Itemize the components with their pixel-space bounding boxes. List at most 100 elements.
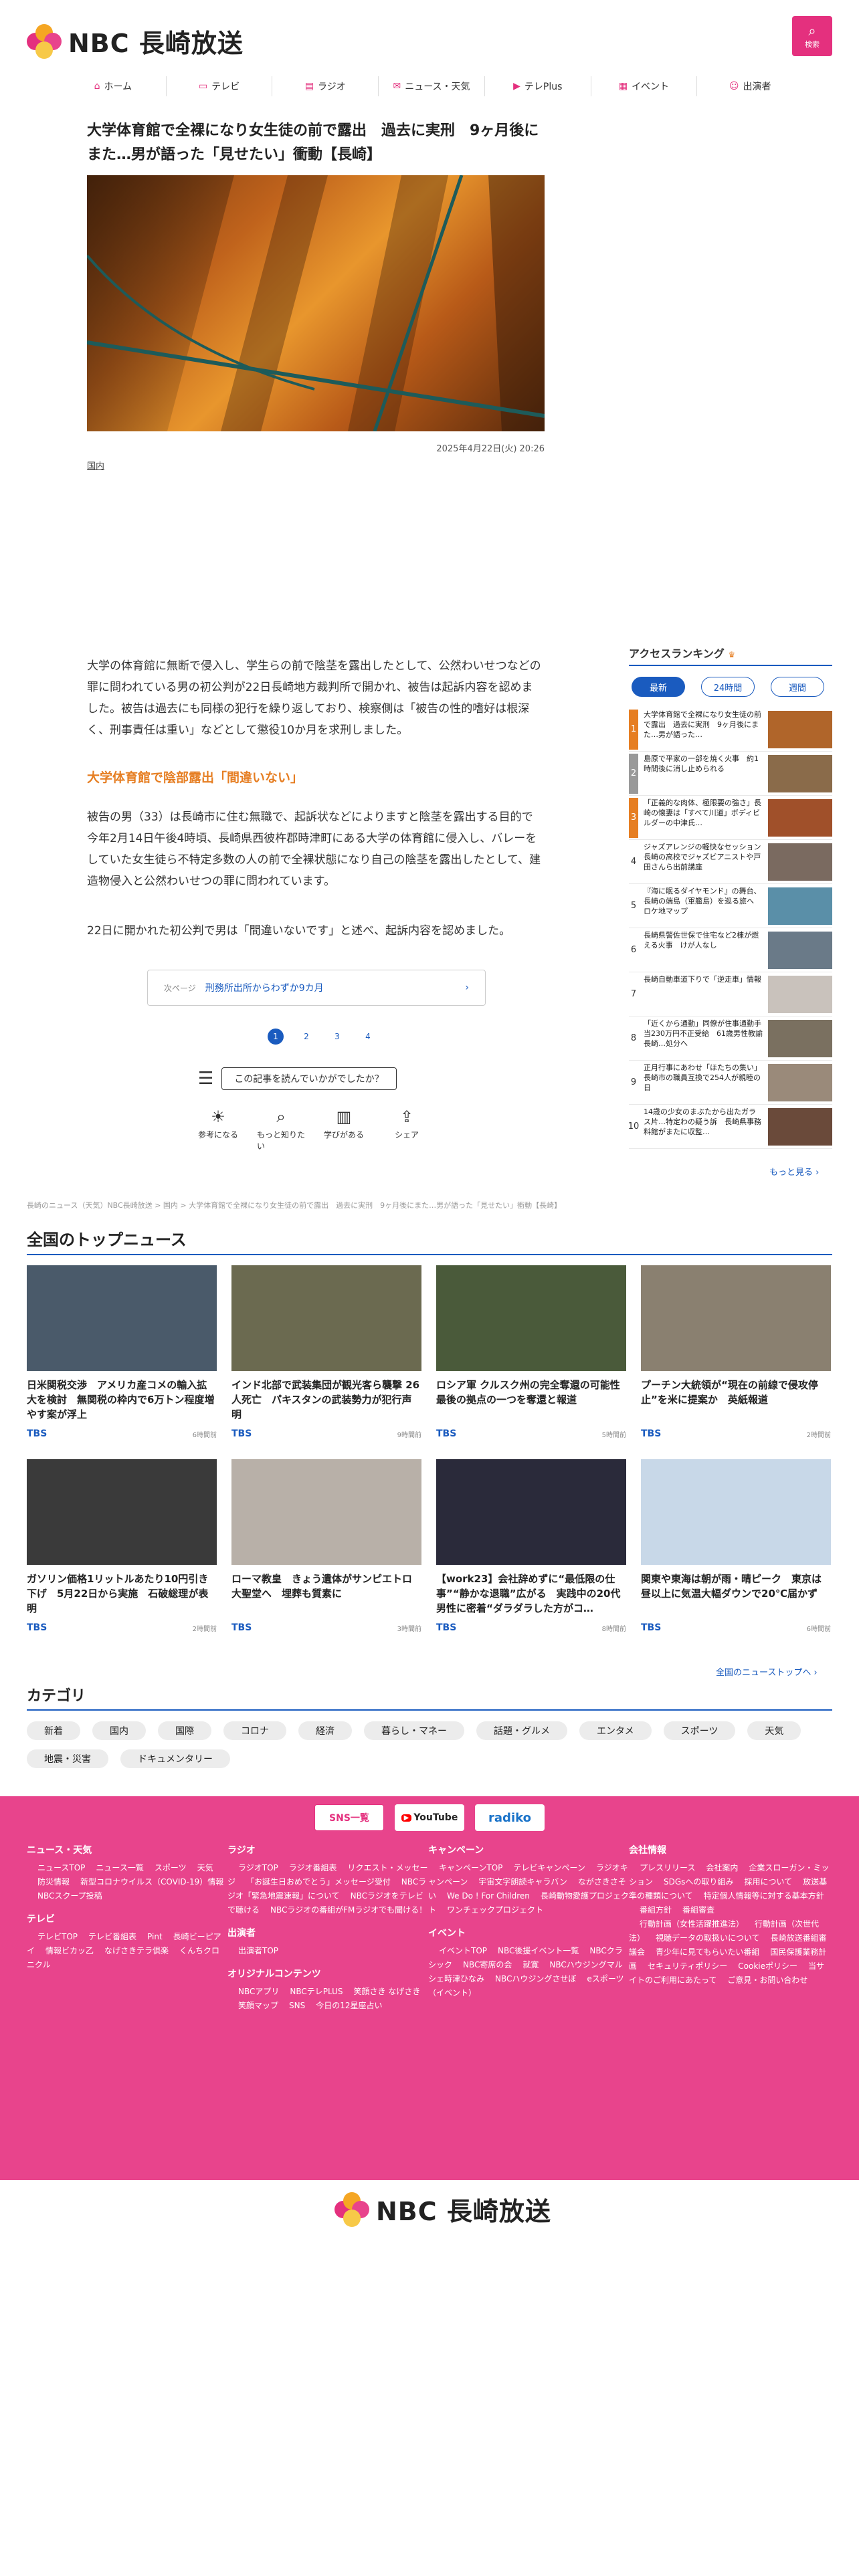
footer-link[interactable]: テレビキャンペーン <box>502 1863 585 1872</box>
footer-link[interactable]: ワンチェックプロジェクト <box>436 1905 543 1915</box>
footer-link[interactable]: Cookieポリシー <box>727 1961 797 1971</box>
reaction-button[interactable]: ☀ 参考になる <box>194 1107 242 1152</box>
footer-link[interactable]: ラジオTOP <box>227 1863 278 1872</box>
news-card[interactable]: ガソリン価格1リットルあたり10円引き下げ 5月22日から実施 石破総理が表明 T… <box>27 1459 217 1633</box>
footer-link[interactable]: 青少年に見てもらいたい番組 <box>645 1947 759 1957</box>
news-card[interactable]: ローマ教皇 きょう遺体がサンピエトロ大聖堂へ 埋葬も質素に TBS 3時間前 <box>231 1459 421 1633</box>
footer-link[interactable]: セキュリティポリシー <box>637 1961 727 1971</box>
category-chip[interactable]: 経済 <box>298 1721 352 1740</box>
category-chip[interactable]: 新着 <box>27 1721 80 1740</box>
footer-heading[interactable]: 会社情報 <box>629 1843 830 1856</box>
footer-link[interactable]: 今日の12星座占い <box>305 2001 382 2010</box>
news-card[interactable]: プーチン大統領が“現在の前線で侵攻停止”を米に提案か 英紙報道 TBS 2時間前 <box>641 1265 831 1439</box>
footer-heading[interactable]: 出演者 <box>227 1926 428 1939</box>
footer-link[interactable]: 特定個人情報等に対する基本方針 <box>693 1891 824 1901</box>
footer-link[interactable]: 防災情報 <box>27 1877 70 1887</box>
footer-link[interactable]: NBCスクープ投稿 <box>27 1891 102 1901</box>
ranking-item[interactable]: 1 大学体育館で全裸になり女生徒の前で露出 過去に実刑 9ヶ月後にまた…男が語った… <box>629 708 832 752</box>
ranking-tab[interactable]: 最新 <box>632 677 685 697</box>
sns-list-button[interactable]: SNS一覧 <box>314 1804 384 1831</box>
article-category-link[interactable]: 国内 <box>87 459 104 471</box>
footer-heading[interactable]: イベント <box>428 1926 629 1939</box>
news-card[interactable]: ロシア軍 クルスク州の完全奪還の可能性 最後の拠点の一つを奪還と報道 TBS 5時間… <box>436 1265 626 1439</box>
news-card[interactable]: インド北部で武装集団が観光客ら襲撃 26人死亡 パキスタンの武装勢力が犯行声明 T… <box>231 1265 421 1439</box>
page-number[interactable]: 2 <box>298 1029 314 1045</box>
footer-logo[interactable]: NBC 長崎放送 <box>335 2191 551 2228</box>
topnews-more-link[interactable]: 全国のニューストップへ › <box>716 1665 818 1678</box>
nav-item[interactable]: ⌂ ホーム <box>60 76 166 96</box>
next-page-link[interactable]: 次ページ 刑務所出所からわずか9カ月 › <box>147 970 486 1006</box>
footer-link[interactable]: キャンペーンTOP <box>428 1863 502 1872</box>
footer-link[interactable]: スポーツ <box>144 1863 187 1872</box>
ranking-tab[interactable]: 24時間 <box>701 677 755 697</box>
footer-link[interactable]: プレスリリース <box>629 1863 695 1872</box>
category-chip[interactable]: ドキュメンタリー <box>120 1749 230 1768</box>
nav-item[interactable]: ▭ テレビ <box>165 76 272 96</box>
news-card[interactable]: 【work23】会社辞めずに“最低限の仕事”“静かな退職”広がる 実践中の20代… <box>436 1459 626 1633</box>
youtube-button[interactable]: ▶ YouTube <box>395 1804 464 1831</box>
footer-link[interactable]: なげさきテラ倶楽 <box>94 1946 169 1955</box>
ranking-item[interactable]: 7 長崎自動車道下りで「逆走車」情報 <box>629 972 832 1016</box>
footer-link[interactable]: 番組審査 <box>672 1905 714 1915</box>
category-chip[interactable]: コロナ <box>223 1721 286 1740</box>
ranking-item[interactable]: 6 長崎県警佐世保で住宅など2棟が燃える火事 けが人なし <box>629 928 832 972</box>
footer-link[interactable]: NBC後援イベント一覧 <box>487 1946 579 1955</box>
ranking-item[interactable]: 5 『海に眠るダイヤモンド』の舞台、長崎の端島（軍艦島）を巡る旅へ ロケ地マップ <box>629 884 832 928</box>
category-chip[interactable]: 地震・災害 <box>27 1749 108 1768</box>
footer-link[interactable]: 宇宙文字朗読キャラバン <box>468 1877 567 1887</box>
footer-heading[interactable]: ニュース・天気 <box>27 1843 227 1856</box>
footer-link[interactable]: 会社案内 <box>695 1863 738 1872</box>
nav-item[interactable]: ▤ ラジオ <box>272 76 378 96</box>
footer-link[interactable]: ニュース一覧 <box>85 1863 143 1872</box>
site-logo[interactable]: NBC 長崎放送 <box>27 23 244 60</box>
footer-link[interactable]: NBCアプリ <box>227 1987 279 1996</box>
footer-link[interactable]: 行動計画（女性活躍推進法） <box>629 1919 744 1929</box>
footer-heading[interactable]: キャンペーン <box>428 1843 629 1856</box>
ranking-tab[interactable]: 週間 <box>771 677 824 697</box>
footer-link[interactable]: 天気 <box>187 1863 213 1872</box>
footer-link[interactable]: 笑顔さき なげさき <box>343 1987 421 1996</box>
footer-link[interactable]: テレビTOP <box>27 1932 78 1941</box>
ranking-item[interactable]: 2 島原で平家の一部を焼く火事 約1時間後に消し止められる <box>629 752 832 796</box>
page-number[interactable]: 4 <box>360 1029 376 1045</box>
category-chip[interactable]: 国際 <box>158 1721 211 1740</box>
ranking-item[interactable]: 9 正月行事にあわせ「ほたちの集い」長崎市の職員互換で254人が親睦の日 <box>629 1061 832 1105</box>
reaction-button[interactable]: ▥ 学びがある <box>320 1107 368 1152</box>
footer-link[interactable]: NBC寄席の会 <box>452 1960 512 1969</box>
footer-link[interactable]: 「お誕生日おめでとう」メッセージ受付 <box>235 1877 391 1887</box>
footer-link[interactable]: SNS <box>278 2001 305 2010</box>
footer-link[interactable]: NBCハウジングさせぼ <box>484 1974 576 1983</box>
ranking-more-link[interactable]: もっと見る › <box>769 1165 819 1178</box>
breadcrumb[interactable]: 長崎のニュース（天気）NBC長崎放送 > 国内 > 大学体育館で全裸になり女生徒… <box>27 1200 832 1210</box>
ranking-item[interactable]: 3 「正義的な肉体、極限要の強さ」長崎の懐妻は「すべて川道」ボディビルダーの中津氏… <box>629 796 832 840</box>
nav-item[interactable]: ☺ 出演者 <box>696 76 803 96</box>
news-card[interactable]: 日米関税交渉 アメリカ産コメの輸入拡大を検討 無関税の枠内で6万トン程度増やす案… <box>27 1265 217 1439</box>
page-number[interactable]: 1 <box>268 1029 284 1045</box>
nav-item[interactable]: ▶ テレPlus <box>484 76 591 96</box>
search-button[interactable]: ⌕ 検索 <box>792 16 832 56</box>
footer-link[interactable]: 番組方針 <box>629 1905 672 1915</box>
footer-link[interactable]: NBCラジオの番組がFMラジオでも聞ける！ <box>260 1905 427 1915</box>
footer-link[interactable]: ご意見・お問い合わせ <box>717 1975 807 1985</box>
footer-link[interactable]: 視聴データの取扱いについて <box>645 1933 760 1943</box>
footer-link[interactable]: 採用について <box>733 1877 792 1887</box>
category-chip[interactable]: スポーツ <box>663 1721 736 1740</box>
ranking-item[interactable]: 4 ジャズアレンジの軽快なセッション長崎の高校でジャズビアニストや戸田さんら出前講… <box>629 840 832 884</box>
footer-link[interactable]: ラジオ番組表 <box>278 1863 337 1872</box>
footer-heading[interactable]: テレビ <box>27 1912 227 1925</box>
radiko-button[interactable]: radiko <box>475 1804 545 1831</box>
footer-link[interactable]: NBCテレPLUS <box>279 1987 343 1996</box>
footer-link[interactable]: Pint <box>136 1932 163 1941</box>
footer-link[interactable]: イベントTOP <box>428 1946 487 1955</box>
ranking-item[interactable]: 8 「近くから通勤」同僚が住事通勤手当230万円不正受給 61歳男性教諭 長崎…処… <box>629 1016 832 1061</box>
reaction-button[interactable]: ⌕ もっと知りたい <box>257 1107 305 1152</box>
nav-item[interactable]: ✉ ニュース・天気 <box>378 76 484 96</box>
footer-link[interactable]: 笑顔マップ <box>227 2001 278 2010</box>
footer-heading[interactable]: ラジオ <box>227 1843 428 1856</box>
category-chip[interactable]: 暮らし・マネー <box>364 1721 464 1740</box>
reaction-button[interactable]: ⇪ シェア <box>383 1107 431 1152</box>
footer-link[interactable]: テレビ番組表 <box>78 1932 136 1941</box>
page-number[interactable]: 3 <box>329 1029 345 1045</box>
nav-item[interactable]: ▦ イベント <box>590 76 697 96</box>
footer-link[interactable]: 出演者TOP <box>227 1946 278 1955</box>
